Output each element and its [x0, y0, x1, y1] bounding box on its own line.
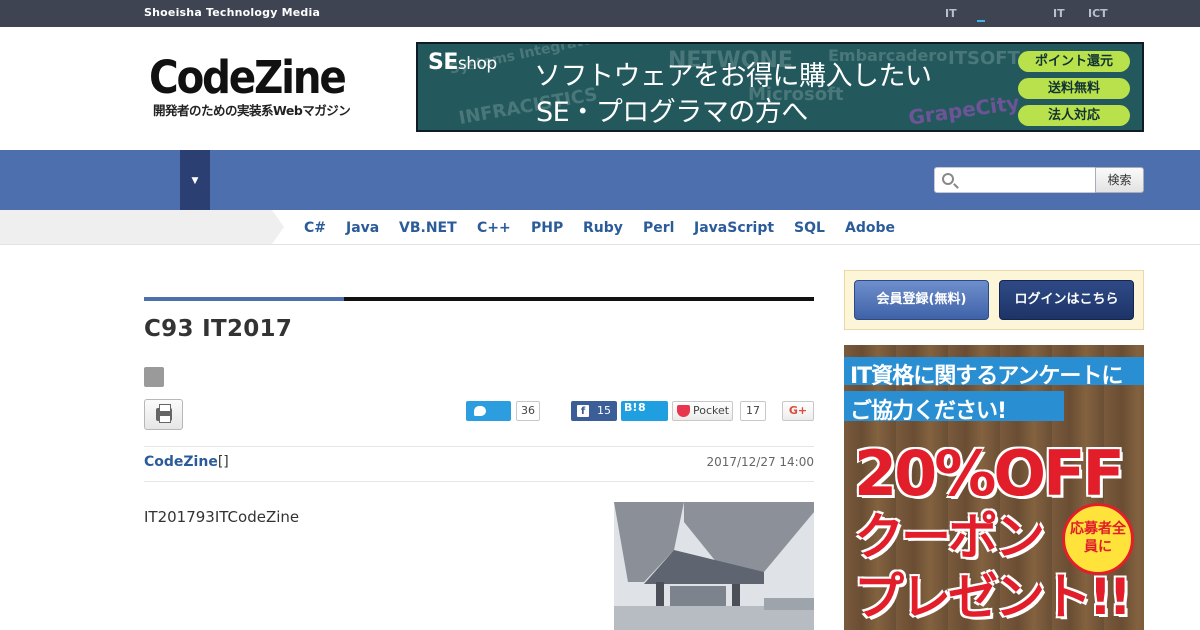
topbar-active-marker [977, 20, 985, 22]
ad-headline-2: ご協力ください! [850, 399, 1007, 424]
lang-link-adobe[interactable]: Adobe [845, 220, 895, 236]
banner-bg-word: GrapeCity [906, 90, 1021, 130]
seshop-banner-ad[interactable]: Systems Integrator INFRACISTICS NETWONE … [416, 42, 1144, 132]
twitter-share-count: 36 [516, 401, 540, 421]
topbar-link-ict[interactable]: ICT [1088, 7, 1108, 20]
ad-seal-badge: 応募者全員に [1062, 503, 1134, 575]
pocket-label: Pocket [693, 404, 730, 417]
banner-pill-corporate: 法人対応 [1018, 105, 1130, 126]
lang-link-vbnet[interactable]: VB.NET [399, 220, 457, 236]
lang-link-cpp[interactable]: C++ [477, 220, 511, 236]
printer-icon [156, 404, 172, 423]
lang-link-csharp[interactable]: C# [304, 220, 326, 236]
lang-link-php[interactable]: PHP [531, 220, 563, 236]
banner-pill-points: ポイント還元 [1018, 51, 1130, 72]
chevron-down-icon: ▼ [191, 176, 199, 186]
register-button[interactable]: 会員登録(無料) [854, 280, 989, 320]
facebook-share-button[interactable]: f 15 [571, 401, 617, 421]
category-tag-icon[interactable] [144, 367, 164, 387]
publisher-brand[interactable]: Shoeisha Technology Media [144, 6, 320, 19]
pocket-button[interactable]: Pocket [672, 401, 733, 421]
article-lead: IT201793ITCodeZine [144, 508, 300, 526]
pocket-icon [677, 405, 690, 417]
logo-wordmark: CodeZine [149, 51, 347, 104]
login-button[interactable]: ログインはこちら [999, 280, 1134, 320]
ad-headline-1: IT資格に関するアンケートに [850, 364, 1123, 389]
article-rule [344, 297, 814, 301]
lang-link-javascript[interactable]: JavaScript [694, 220, 774, 236]
twitter-bird-icon [474, 406, 486, 416]
language-nav: C# Java VB.NET C++ PHP Ruby Perl JavaScr… [0, 210, 1200, 245]
lang-link-sql[interactable]: SQL [794, 220, 825, 236]
divider [144, 481, 814, 482]
survey-coupon-ad[interactable]: IT資格に関するアンケートに ご協力ください! 20%OFF クーポン プレゼン… [844, 345, 1144, 630]
article-author: CodeZine[] [144, 454, 229, 470]
print-button[interactable] [144, 399, 183, 430]
site-logo[interactable]: CodeZine 開発者のための実装系Webマガジン [149, 52, 379, 122]
facebook-icon: f [577, 405, 589, 417]
twitter-share-button[interactable] [466, 401, 511, 421]
article-title: C93 IT2017 [144, 316, 293, 342]
banner-bg-word: ITSOFT [948, 48, 1020, 69]
site-search: 検索 [934, 167, 1144, 193]
big-sight-illustration [614, 502, 814, 630]
banner-headline-1: ソフトウェアをお得に購入したい [534, 61, 932, 92]
banner-headline-2: SE・プログラマの方へ [536, 97, 808, 128]
lang-link-java[interactable]: Java [346, 220, 379, 236]
banner-pill-free-shipping: 送料無料 [1018, 78, 1130, 99]
article-rule-accent [144, 297, 344, 301]
search-icon [942, 173, 954, 185]
hatena-bookmark-button[interactable]: B! 8 [621, 401, 668, 421]
author-role: [] [217, 454, 229, 470]
language-nav-spacer [0, 210, 272, 244]
divider [144, 446, 814, 447]
logo-tagline: 開発者のための実装系Webマガジン [153, 103, 351, 118]
publish-date: 2017/12/27 14:00 [706, 455, 814, 469]
pocket-count: 17 [740, 401, 766, 421]
lang-link-ruby[interactable]: Ruby [583, 220, 623, 236]
article-photo-tokyo-big-sight [614, 502, 814, 630]
hatena-bookmark-count: 8 [638, 401, 646, 414]
nav-dropdown-toggle[interactable]: ▼ [180, 150, 210, 210]
member-login-box: 会員登録(無料) ログインはこちら [844, 270, 1144, 330]
facebook-share-count: 15 [597, 404, 611, 417]
top-bar: Shoeisha Technology Media IT IT ICT [0, 0, 1200, 27]
search-button[interactable]: 検索 [1095, 167, 1144, 193]
topbar-link-it[interactable]: IT [945, 7, 957, 20]
google-plus-button[interactable]: G+ [782, 401, 814, 421]
author-link[interactable]: CodeZine [144, 454, 218, 470]
language-nav-arrow [272, 210, 284, 244]
seshop-logo: SEshop [428, 50, 497, 75]
topbar-link-it-2[interactable]: IT [1053, 7, 1065, 20]
lang-link-perl[interactable]: Perl [643, 220, 674, 236]
hatena-bookmark-icon: B! [624, 401, 638, 414]
search-input[interactable] [934, 167, 1096, 193]
